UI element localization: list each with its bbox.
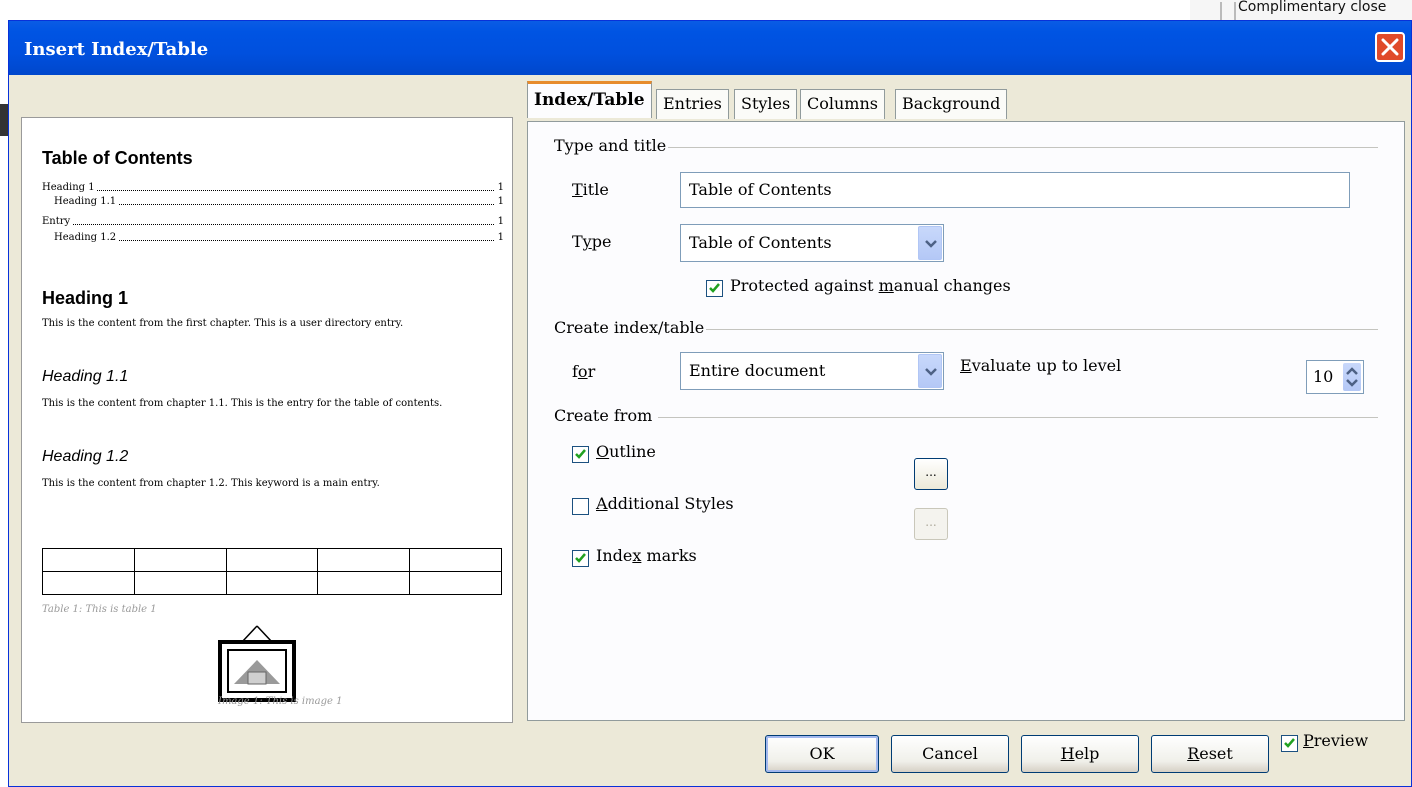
close-button[interactable] [1375,32,1405,62]
chevron-down-icon[interactable] [918,226,942,260]
background-window-strip: Complimentary close [1190,0,1412,22]
outline-label[interactable]: Outline [596,442,656,461]
level-value: 10 [1313,367,1334,386]
preview-heading-1-2: Heading 1.2 [42,448,129,465]
preview-checkbox[interactable] [1281,735,1298,752]
protected-label[interactable]: Protected against manual changes [730,276,1011,295]
evaluate-level-label: Evaluate up to level [960,356,1122,375]
checkmark-icon [575,449,586,459]
preview-image-caption: Image 1: This is image 1 [218,696,343,707]
tab-styles[interactable]: Styles [734,89,798,119]
insert-index-dialog: Insert Index/Table Table of Contents Hea… [8,20,1412,787]
dialog-title: Insert Index/Table [24,39,209,60]
additional-styles-browse-button[interactable]: ... [914,508,948,540]
preview-paragraph: This is the content from the first chapt… [42,318,404,329]
additional-styles-checkbox[interactable] [572,498,589,515]
tab-background[interactable]: Background [895,89,1008,119]
close-icon [1381,38,1399,56]
spin-arrows-icon[interactable] [1343,363,1361,391]
title-bar[interactable]: Insert Index/Table [9,21,1411,75]
preview-toc-entry: Heading 11 [42,182,504,193]
for-label: for [572,362,596,381]
picture-frame-icon [218,625,296,702]
group-separator [668,147,1378,148]
background-text: Complimentary close [1238,0,1387,15]
type-and-title-label: Type and title [554,136,667,155]
checkmark-icon [575,553,586,563]
create-index-table-label: Create index/table [554,318,705,337]
type-label: Type [572,232,612,251]
ok-button[interactable]: OK [765,735,879,773]
for-select-value: Entire document [689,361,826,380]
preview-heading-1-1: Heading 1.1 [42,368,129,385]
preview-heading-1: Heading 1 [42,288,129,308]
tab-columns[interactable]: Columns [800,89,885,119]
type-select-value: Table of Contents [689,233,832,252]
help-button[interactable]: Help [1021,735,1139,773]
preview-toc-entry: Heading 1.1 1 [54,196,504,207]
tab-index-table[interactable]: Index/Table [527,81,652,118]
for-select[interactable]: Entire document [680,352,944,390]
type-select[interactable]: Table of Contents [680,224,944,262]
preview-table [42,548,502,595]
preview-pane: Table of Contents Heading 11 Heading 1.1… [21,117,513,723]
checkmark-icon [709,283,720,293]
group-separator [706,329,1378,330]
preview-toc-entry: Entry 1 [42,216,504,227]
index-marks-label[interactable]: Index marks [596,546,697,565]
tab-entries[interactable]: Entries [656,89,729,119]
protected-checkbox[interactable] [706,280,723,297]
preview-toc-entry: Heading 1.2 1 [54,232,504,243]
background-ruler-marks [1220,2,1236,20]
chevron-down-icon[interactable] [918,354,942,388]
create-from-label: Create from [554,406,653,425]
level-spinner[interactable]: 10 [1306,360,1364,394]
additional-styles-label[interactable]: Additional Styles [596,494,734,513]
preview-paragraph: This is the content from chapter 1.2. Th… [42,478,380,489]
index-marks-checkbox[interactable] [572,550,589,567]
cancel-button[interactable]: Cancel [891,735,1009,773]
title-input[interactable]: Table of Contents [680,172,1350,208]
index-table-panel: Type and title Title Table of Contents T… [527,121,1405,721]
outline-browse-button[interactable]: ... [914,458,948,490]
background-cursor-mark [0,104,8,136]
checkmark-icon [1284,738,1295,748]
preview-label[interactable]: Preview [1303,731,1368,750]
reset-button[interactable]: Reset [1151,735,1269,773]
preview-toc-title: Table of Contents [42,148,193,168]
outline-checkbox[interactable] [572,446,589,463]
preview-paragraph: This is the content from chapter 1.1. Th… [42,398,443,409]
group-separator [658,417,1378,418]
title-label: Title [572,180,609,199]
preview-table-caption: Table 1: This is table 1 [42,604,157,615]
